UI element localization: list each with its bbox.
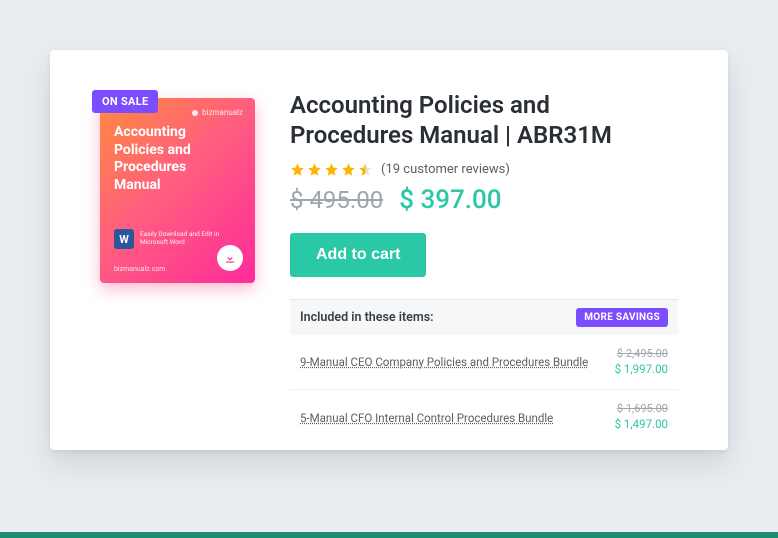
bundle-prices: $ 1,695.00$ 1,497.00 xyxy=(615,402,668,432)
download-icon xyxy=(217,245,243,271)
star-icon xyxy=(358,162,373,177)
bundle-prices: $ 2,495.00$ 1,997.00 xyxy=(615,347,668,377)
product-main: Accounting Policies and Procedures Manua… xyxy=(290,90,678,420)
cover-word-row: W Easily Download and Edit in Microsoft … xyxy=(114,229,220,249)
cover-title: Accounting Policies and Procedures Manua… xyxy=(114,124,234,194)
word-icon: W xyxy=(114,229,134,249)
bundle-link[interactable]: 5-Manual CFO Internal Control Procedures… xyxy=(300,411,553,425)
product-cover-wrap: ON SALE bizmanualz Accounting Policies a… xyxy=(100,90,255,420)
price-old: $ 495.00 xyxy=(290,186,383,214)
product-title: Accounting Policies and Procedures Manua… xyxy=(290,90,678,150)
sale-badge: ON SALE xyxy=(92,90,158,113)
reviews-link[interactable]: (19 customer reviews) xyxy=(381,162,510,177)
product-cover[interactable]: bizmanualz Accounting Policies and Proce… xyxy=(100,98,255,283)
bundle-link[interactable]: 9-Manual CEO Company Policies and Proced… xyxy=(300,355,588,369)
cover-word-text: Easily Download and Edit in Microsoft Wo… xyxy=(140,231,220,247)
star-icon xyxy=(324,162,339,177)
cover-site: bizmanualz.com xyxy=(114,265,165,273)
page-accent-bar xyxy=(0,532,778,538)
rating-stars xyxy=(290,162,373,177)
bundle-price-new: $ 1,497.00 xyxy=(615,417,668,433)
price-new: $ 397.00 xyxy=(399,185,501,215)
bundle-row: 5-Manual CFO Internal Control Procedures… xyxy=(290,390,678,444)
included-header-label: Included in these items: xyxy=(300,310,434,325)
star-icon xyxy=(341,162,356,177)
product-card: ON SALE bizmanualz Accounting Policies a… xyxy=(50,50,728,450)
star-icon xyxy=(307,162,322,177)
bundle-price-old: $ 2,495.00 xyxy=(615,347,668,362)
bundle-price-old: $ 1,695.00 xyxy=(615,402,668,417)
star-icon xyxy=(290,162,305,177)
bundle-list: 9-Manual CEO Company Policies and Proced… xyxy=(290,335,678,445)
more-savings-badge: MORE SAVINGS xyxy=(576,308,668,327)
bundle-row: 9-Manual CEO Company Policies and Proced… xyxy=(290,335,678,390)
add-to-cart-button[interactable]: Add to cart xyxy=(290,233,426,277)
included-header: Included in these items: MORE SAVINGS xyxy=(290,300,678,335)
rating-row: (19 customer reviews) xyxy=(290,162,678,177)
bundle-price-new: $ 1,997.00 xyxy=(615,362,668,378)
price-row: $ 495.00 $ 397.00 xyxy=(290,185,678,215)
cover-brand: bizmanualz xyxy=(192,108,243,117)
included-section: Included in these items: MORE SAVINGS 9-… xyxy=(290,299,678,445)
